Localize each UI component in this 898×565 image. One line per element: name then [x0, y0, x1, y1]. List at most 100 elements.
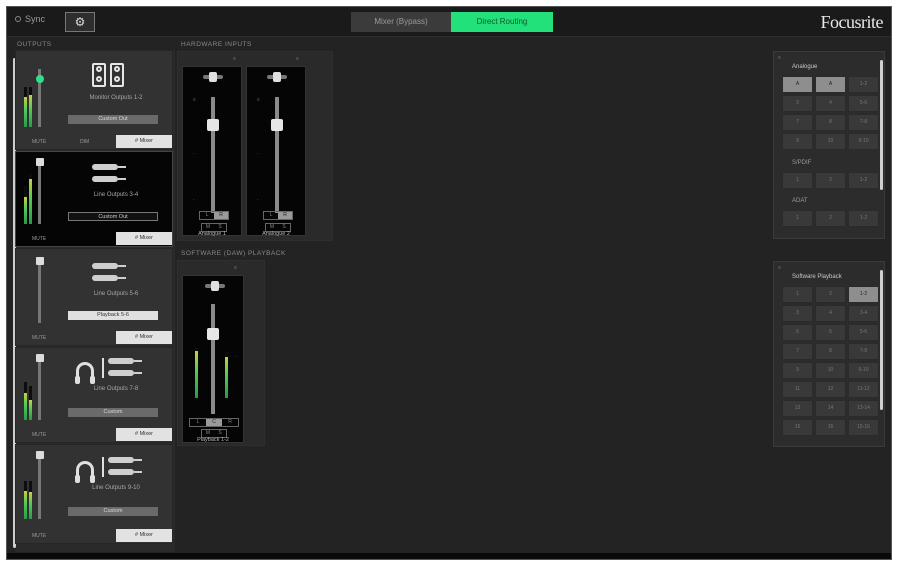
routing-cell[interactable]: 5-6: [848, 324, 879, 341]
panel-menu-icon[interactable]: ≡: [778, 265, 781, 271]
fader-knob[interactable]: [207, 119, 219, 131]
output-level-knob[interactable]: [36, 354, 44, 362]
routing-cell[interactable]: 10: [815, 133, 846, 150]
stereo-selector[interactable]: L C R: [189, 418, 239, 427]
strip-menu-icon[interactable]: ≡: [296, 56, 299, 62]
dim-toggle[interactable]: DIM: [80, 139, 89, 145]
routing-cell[interactable]: 7-8: [848, 343, 879, 360]
mute-toggle[interactable]: MUTE: [32, 533, 46, 539]
routing-cell[interactable]: 7: [782, 343, 813, 360]
settings-button[interactable]: ⚙: [65, 12, 95, 32]
routing-cell[interactable]: 8: [815, 343, 846, 360]
output-level-knob[interactable]: [36, 257, 44, 265]
fader-track[interactable]: [211, 304, 215, 414]
mute-toggle[interactable]: MUTE: [32, 139, 46, 145]
routing-cell[interactable]: 1-2: [848, 286, 879, 303]
routing-cell[interactable]: A: [815, 76, 846, 93]
routing-cell[interactable]: 14: [815, 400, 846, 417]
routing-cell[interactable]: 7: [782, 114, 813, 131]
mixer-button[interactable]: # Mixer: [116, 135, 172, 148]
output-card-line-3-4[interactable]: Line Outputs 3-4 Custom Out MUTE # Mixer: [15, 151, 173, 247]
routing-cell[interactable]: 10: [815, 362, 846, 379]
input-strip-analogue-2[interactable]: 0 - - L R M S Analogue 2: [246, 66, 306, 237]
routing-cell[interactable]: A: [782, 76, 813, 93]
routing-cell[interactable]: 2: [815, 286, 846, 303]
mute-toggle[interactable]: MUTE: [32, 335, 46, 341]
pan-knob[interactable]: [205, 281, 225, 291]
playback-strip-1-2[interactable]: - L C R M S Playback 1-2: [182, 275, 244, 443]
output-level-knob[interactable]: [36, 75, 44, 83]
fader-track[interactable]: [211, 97, 215, 213]
mixer-button[interactable]: # Mixer: [116, 428, 172, 441]
routing-cell[interactable]: 3: [782, 95, 813, 112]
output-name-box[interactable]: Custom: [68, 408, 158, 417]
input-strip-analogue-1[interactable]: 0 - - L R M S Analogue 1: [182, 66, 242, 237]
strip-menu-icon[interactable]: ≡: [233, 56, 236, 62]
panel-scrollbar[interactable]: [880, 270, 883, 410]
mute-toggle[interactable]: MUTE: [32, 432, 46, 438]
output-level-slider[interactable]: [38, 158, 41, 224]
routing-cell[interactable]: 2: [815, 210, 846, 227]
pan-knob[interactable]: [267, 72, 287, 82]
routing-cell[interactable]: 8: [815, 114, 846, 131]
output-level-knob[interactable]: [36, 158, 44, 166]
divider: [102, 457, 104, 477]
routing-cell[interactable]: 9: [782, 362, 813, 379]
output-name-box[interactable]: Custom Out: [68, 115, 158, 124]
mixer-button[interactable]: # Mixer: [116, 529, 172, 542]
output-card-line-7-8[interactable]: Line Outputs 7-8 Custom MUTE # Mixer: [15, 347, 173, 443]
routing-cell[interactable]: 13: [782, 400, 813, 417]
panel-title: Analogue: [792, 64, 818, 70]
sync-indicator[interactable]: Sync: [15, 14, 45, 24]
output-card-line-5-6[interactable]: Line Outputs 5-6 Playback 5-6 MUTE # Mix…: [15, 248, 173, 346]
routing-cell[interactable]: 11: [782, 381, 813, 398]
routing-cell[interactable]: 9-10: [848, 362, 879, 379]
routing-cell[interactable]: 3: [782, 305, 813, 322]
routing-cell[interactable]: 1-2: [848, 76, 879, 93]
routing-cell[interactable]: 4: [815, 305, 846, 322]
output-level-knob[interactable]: [36, 451, 44, 459]
tab-mixer[interactable]: Mixer (Bypass): [351, 12, 451, 32]
output-name-box[interactable]: Custom Out: [68, 212, 158, 221]
routing-cell[interactable]: 2: [815, 172, 846, 189]
output-level-slider[interactable]: [38, 354, 41, 420]
routing-cell[interactable]: 16: [815, 419, 846, 436]
routing-cell[interactable]: 1: [782, 210, 813, 227]
routing-cell[interactable]: 1-2: [848, 172, 879, 189]
routing-cell[interactable]: 5: [782, 324, 813, 341]
output-level-slider[interactable]: [38, 257, 41, 323]
routing-cell[interactable]: 6: [815, 324, 846, 341]
output-name-box[interactable]: Custom: [68, 507, 158, 516]
routing-cell[interactable]: 11-12: [848, 381, 879, 398]
routing-cell[interactable]: 9-10: [848, 133, 879, 150]
stereo-selector[interactable]: L R: [263, 211, 293, 220]
fader-knob[interactable]: [271, 119, 283, 131]
output-level-slider[interactable]: [38, 451, 41, 519]
panel-scrollbar[interactable]: [880, 60, 883, 190]
routing-cell[interactable]: 15-16: [848, 419, 879, 436]
mixer-button[interactable]: # Mixer: [116, 331, 172, 344]
routing-cell[interactable]: 3-4: [848, 305, 879, 322]
routing-cell[interactable]: 5-6: [848, 95, 879, 112]
output-name-box[interactable]: Playback 5-6: [68, 311, 158, 320]
routing-cell[interactable]: 7-8: [848, 114, 879, 131]
routing-cell[interactable]: 13-14: [848, 400, 879, 417]
strip-menu-icon[interactable]: ≡: [234, 265, 237, 271]
routing-cell[interactable]: 1: [782, 286, 813, 303]
output-card-line-9-10[interactable]: Line Outputs 9-10 Custom MUTE # Mixer: [15, 444, 173, 544]
routing-cell[interactable]: 1-2: [848, 210, 879, 227]
fader-knob[interactable]: [207, 328, 219, 340]
routing-cell[interactable]: 9: [782, 133, 813, 150]
output-card-monitor-1-2[interactable]: Monitor Outputs 1-2 Custom Out MUTE DIM …: [15, 50, 173, 150]
mute-toggle[interactable]: MUTE: [32, 236, 46, 242]
stereo-selector[interactable]: L R: [199, 211, 229, 220]
routing-cell[interactable]: 1: [782, 172, 813, 189]
pan-knob[interactable]: [203, 72, 223, 82]
routing-cell[interactable]: 4: [815, 95, 846, 112]
fader-track[interactable]: [275, 97, 279, 213]
mixer-button[interactable]: # Mixer: [116, 232, 172, 245]
tab-direct-routing[interactable]: Direct Routing: [451, 12, 553, 32]
routing-cell[interactable]: 15: [782, 419, 813, 436]
routing-cell[interactable]: 12: [815, 381, 846, 398]
panel-menu-icon[interactable]: ≡: [778, 55, 781, 61]
